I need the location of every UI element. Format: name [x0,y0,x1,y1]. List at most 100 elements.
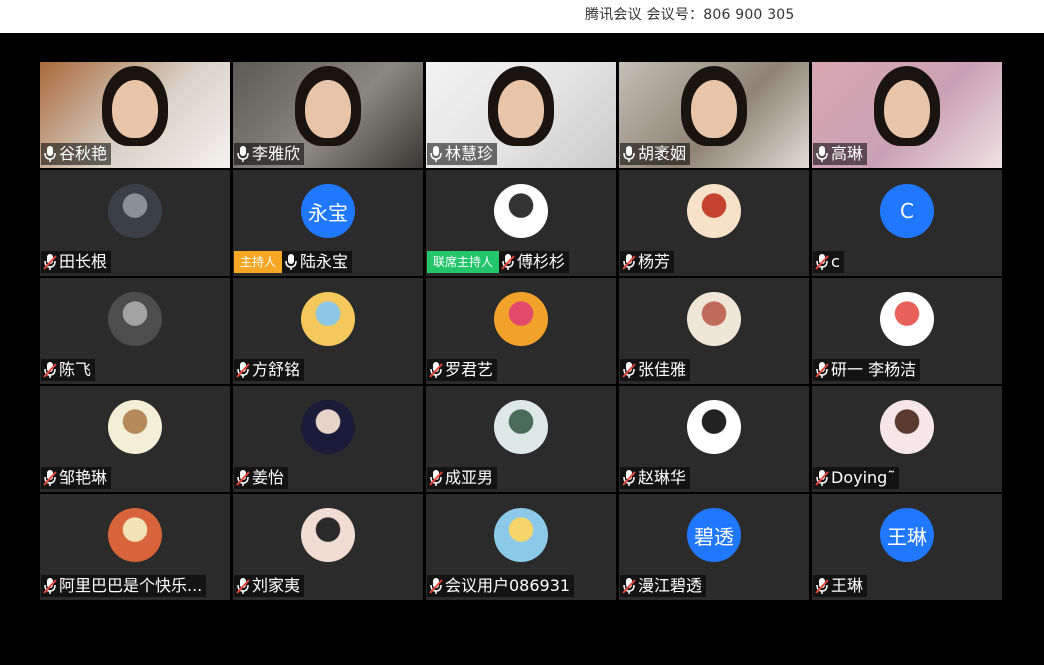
avatar-initials: 碧透 [694,524,734,549]
participant-tile[interactable]: 阿里巴巴是个快乐... [40,494,230,600]
name-label: 会议用户086931 [427,575,575,597]
avatar [108,292,162,346]
name-tag: 王琳 [813,575,868,597]
participant-tile[interactable]: 李雅欣 [233,62,423,168]
participant-tile[interactable]: 碧透 漫江碧透 [619,494,809,600]
mic-muted-icon [815,470,829,486]
participant-name: 陆永宝 [300,252,349,271]
avatar-initials: 王琳 [887,524,927,549]
participant-tile[interactable]: 邹艳琳 [40,386,230,492]
name-tag: 刘家夷 [234,575,305,597]
avatar: C [880,184,934,238]
participant-name: 刘家夷 [252,576,301,595]
participant-name: 姜怡 [252,468,285,487]
name-tag: 张佳雅 [620,359,691,381]
avatar [108,508,162,562]
participant-tile[interactable]: 永宝主持人 陆永宝 [233,170,423,276]
avatar [108,400,162,454]
person-face [498,80,544,138]
name-label: 高琳 [813,143,868,165]
name-tag: 会议用户086931 [427,575,575,597]
mic-muted-icon [43,578,57,594]
participant-tile[interactable]: Doying˜ [812,386,1002,492]
name-label: 成亚男 [427,467,498,489]
participant-tile[interactable]: 姜怡 [233,386,423,492]
name-tag: 赵琳华 [620,467,691,489]
participant-name: 罗君艺 [445,360,494,379]
mic-muted-icon [236,470,250,486]
mic-muted-icon [622,470,636,486]
participant-tile[interactable]: 高琳 [812,62,1002,168]
participant-tile[interactable]: 陈飞 [40,278,230,384]
mic-muted-icon [43,470,57,486]
mic-icon [44,146,56,162]
mic-muted-icon [236,362,250,378]
avatar [687,292,741,346]
name-tag: 傅杉杉 [499,251,570,273]
participant-tile[interactable]: 成亚男 [426,386,616,492]
participant-tile[interactable]: 田长根 [40,170,230,276]
participant-tile[interactable]: 联席主持人 傅杉杉 [426,170,616,276]
avatar [687,400,741,454]
participant-name: 李雅欣 [252,144,301,163]
avatar: 碧透 [687,508,741,562]
name-label: 赵琳华 [620,467,691,489]
name-label: c [813,251,844,273]
cohost-badge: 联席主持人 [427,251,500,273]
participant-tile[interactable]: 研一 李杨洁 [812,278,1002,384]
name-tag: 林慧珍 [427,143,498,165]
name-label: 王琳 [813,575,868,597]
mic-muted-icon [815,578,829,594]
participant-name: 田长根 [59,252,108,271]
name-label: Doying˜ [813,467,900,489]
participant-name: 林慧珍 [445,144,494,163]
mic-muted-icon [815,254,829,270]
name-label: 联席主持人 傅杉杉 [427,251,570,273]
name-tag: 杨芳 [620,251,675,273]
name-tag: 李雅欣 [234,143,305,165]
participant-name: 阿里巴巴是个快乐... [59,576,203,595]
name-label: 研一 李杨洁 [813,359,921,381]
participant-name: 邹艳琳 [59,468,108,487]
avatar [687,184,741,238]
name-tag: 研一 李杨洁 [813,359,921,381]
participant-name: 胡袤姻 [638,144,687,163]
mic-icon [623,146,635,162]
mic-muted-icon [429,362,443,378]
avatar-initials: 永宝 [308,200,348,225]
participant-name: 杨芳 [638,252,671,271]
participant-tile[interactable]: 张佳雅 [619,278,809,384]
title-bar: 腾讯会议 会议号：806 900 305 [0,0,1044,33]
person-face [691,80,737,138]
participant-tile[interactable]: 谷秋艳 [40,62,230,168]
avatar [494,184,548,238]
participant-tile[interactable]: 王琳 王琳 [812,494,1002,600]
name-tag: Doying˜ [813,467,900,489]
name-label: 阿里巴巴是个快乐... [41,575,207,597]
name-tag: 姜怡 [234,467,289,489]
participant-tile[interactable]: 方舒铭 [233,278,423,384]
name-label: 主持人 陆永宝 [234,251,353,273]
participant-tile[interactable]: 刘家夷 [233,494,423,600]
avatar [880,292,934,346]
participant-tile[interactable]: 赵琳华 [619,386,809,492]
name-tag: 陈飞 [41,359,96,381]
avatar: 永宝 [301,184,355,238]
participant-tile[interactable]: 林慧珍 [426,62,616,168]
mic-muted-icon [43,362,57,378]
participant-tile[interactable]: 会议用户086931 [426,494,616,600]
participant-tile[interactable]: 罗君艺 [426,278,616,384]
participant-tile[interactable]: 杨芳 [619,170,809,276]
name-tag: 谷秋艳 [41,143,112,165]
mic-muted-icon [236,578,250,594]
participant-name: 赵琳华 [638,468,687,487]
participant-tile[interactable]: 胡袤姻 [619,62,809,168]
person-face [112,80,158,138]
mic-muted-icon [622,362,636,378]
participant-tile[interactable]: Cc [812,170,1002,276]
name-label: 邹艳琳 [41,467,112,489]
name-label: 谷秋艳 [41,143,112,165]
name-label: 方舒铭 [234,359,305,381]
avatar-initials: C [900,199,914,223]
name-tag: 阿里巴巴是个快乐... [41,575,207,597]
